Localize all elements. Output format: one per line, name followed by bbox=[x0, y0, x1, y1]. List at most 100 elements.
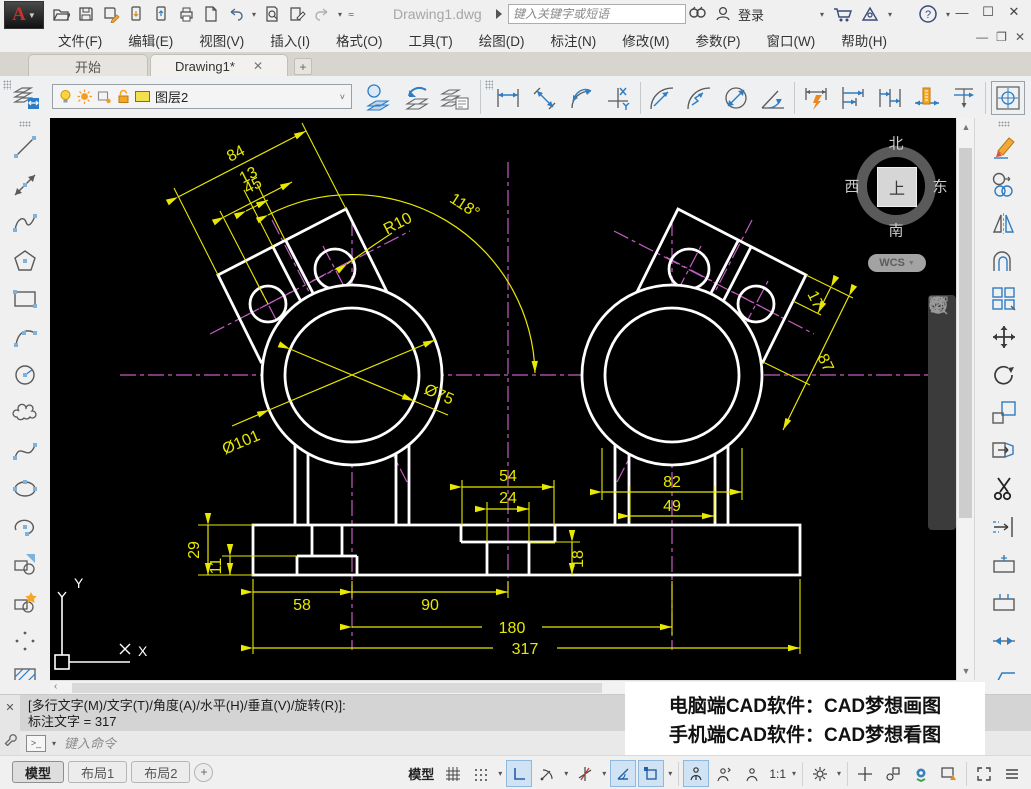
command-tools-wrench-icon[interactable] bbox=[3, 732, 17, 746]
vertical-scroll-thumb[interactable] bbox=[959, 148, 972, 518]
horizontal-scroll-thumb[interactable] bbox=[72, 683, 602, 693]
dim-baseline-button[interactable] bbox=[837, 82, 869, 114]
ellipse-tool[interactable] bbox=[6, 470, 44, 508]
menu-format[interactable]: 格式(O) bbox=[336, 30, 383, 50]
new-drawing-button[interactable] bbox=[200, 3, 222, 25]
tab-layout1[interactable]: 布局1 bbox=[68, 761, 127, 783]
doc-minimize-button[interactable]: — bbox=[976, 30, 988, 44]
extend-tool[interactable] bbox=[985, 508, 1023, 546]
modify-toolbar-grip[interactable] bbox=[998, 121, 1010, 127]
viewcube-west[interactable]: 西 bbox=[844, 176, 859, 197]
tab-layout2[interactable]: 布局2 bbox=[131, 761, 190, 783]
workspace-switch-icon[interactable] bbox=[908, 760, 934, 787]
polyline-tool[interactable] bbox=[6, 204, 44, 242]
dim-linear-button[interactable] bbox=[492, 82, 524, 114]
layer-freeze-sun-icon[interactable] bbox=[77, 89, 92, 104]
undo-dropdown[interactable]: ▾ bbox=[250, 10, 258, 19]
collaborate-dropdown[interactable]: ▾ bbox=[886, 10, 894, 19]
doc-restore-button[interactable]: ❐ bbox=[996, 30, 1007, 44]
layer-vp-freeze-icon[interactable] bbox=[97, 90, 112, 104]
redo-dropdown[interactable]: ▾ bbox=[336, 10, 344, 19]
make-layer-current-button[interactable] bbox=[362, 81, 396, 113]
mirror-tool[interactable] bbox=[985, 204, 1023, 242]
showmotion-icon[interactable] bbox=[928, 295, 948, 313]
dim-angle-button[interactable] bbox=[757, 82, 789, 114]
move-tool[interactable] bbox=[985, 318, 1023, 356]
isometric-toggle[interactable] bbox=[572, 760, 598, 787]
annotation-scale-dropdown[interactable]: ▾ bbox=[790, 769, 798, 778]
print-button[interactable] bbox=[175, 3, 197, 25]
line-tool[interactable] bbox=[6, 128, 44, 166]
layer-dropdown[interactable]: 图层2 ˅ bbox=[52, 84, 352, 109]
dim-angular-button[interactable] bbox=[646, 82, 678, 114]
customization-menu-icon[interactable] bbox=[999, 760, 1025, 787]
arc-tool[interactable] bbox=[6, 318, 44, 356]
tab-close-icon[interactable]: ✕ bbox=[253, 59, 263, 73]
polygon-tool[interactable] bbox=[6, 242, 44, 280]
account-dropdown[interactable]: ▾ bbox=[818, 10, 826, 19]
export-mobile-button[interactable] bbox=[125, 3, 147, 25]
save-button[interactable] bbox=[75, 3, 97, 25]
tab-drawing1[interactable]: Drawing1* ✕ bbox=[150, 54, 288, 77]
settings-dropdown[interactable]: ▾ bbox=[835, 769, 843, 778]
layer-on-bulb-icon[interactable] bbox=[59, 89, 72, 104]
offset-tool[interactable] bbox=[985, 242, 1023, 280]
object-snap-dropdown[interactable]: ▾ bbox=[666, 769, 674, 778]
search-input[interactable] bbox=[509, 5, 685, 23]
doc-close-button[interactable]: ✕ bbox=[1015, 30, 1025, 44]
layer-color-swatch[interactable] bbox=[135, 91, 150, 102]
object-snap-tracking-toggle[interactable] bbox=[610, 760, 636, 787]
isometric-dropdown[interactable]: ▾ bbox=[600, 769, 608, 778]
open-button[interactable] bbox=[50, 3, 72, 25]
model-space-toggle[interactable]: 模型 bbox=[404, 764, 438, 783]
viewcube-east[interactable]: 东 bbox=[932, 176, 947, 197]
break-tool[interactable] bbox=[985, 584, 1023, 622]
menu-help[interactable]: 帮助(H) bbox=[841, 30, 887, 50]
menu-file[interactable]: 文件(F) bbox=[58, 30, 102, 50]
dim-ordinate-button[interactable] bbox=[603, 82, 635, 114]
search-expand-icon[interactable] bbox=[496, 9, 502, 19]
menu-parametric[interactable]: 参数(P) bbox=[696, 30, 741, 50]
command-close-icon[interactable]: ✕ bbox=[0, 695, 20, 714]
tab-start[interactable]: 开始 bbox=[28, 54, 148, 77]
user-icon[interactable] bbox=[714, 5, 732, 23]
viewcube-north[interactable]: 北 bbox=[888, 133, 903, 154]
settings-gear-icon[interactable] bbox=[807, 760, 833, 787]
annotation-visibility-toggle[interactable] bbox=[683, 760, 709, 787]
object-snap-toggle[interactable] bbox=[638, 760, 664, 787]
annotation-autoscale-toggle[interactable] bbox=[711, 760, 737, 787]
wcs-selector[interactable]: WCS ▼ bbox=[868, 254, 926, 272]
draw-toolbar-grip[interactable] bbox=[19, 121, 31, 127]
ortho-toggle[interactable] bbox=[506, 760, 532, 787]
rectangle-tool[interactable] bbox=[6, 280, 44, 318]
markup-button[interactable] bbox=[286, 3, 308, 25]
dim-vertical-button[interactable] bbox=[948, 82, 980, 114]
menu-view[interactable]: 视图(V) bbox=[199, 30, 244, 50]
layer-previous-button[interactable] bbox=[400, 81, 434, 113]
minimize-button[interactable]: — bbox=[949, 0, 975, 24]
scroll-up-icon[interactable]: ▲ bbox=[957, 122, 975, 132]
array-tool[interactable] bbox=[985, 280, 1023, 318]
construction-line-tool[interactable] bbox=[6, 166, 44, 204]
fullscreen-toggle[interactable] bbox=[971, 760, 997, 787]
maximize-button[interactable]: ☐ bbox=[975, 0, 1001, 24]
dim-diameter-button[interactable] bbox=[720, 82, 752, 114]
customize-qat-dropdown[interactable]: ≂ bbox=[347, 10, 355, 19]
annotation-monitor-icon[interactable] bbox=[936, 760, 962, 787]
viewcube-top-face[interactable]: 上 bbox=[877, 167, 917, 207]
rotate-tool[interactable] bbox=[985, 356, 1023, 394]
join-tool[interactable] bbox=[985, 622, 1023, 660]
spline-tool[interactable] bbox=[6, 432, 44, 470]
stretch-tool[interactable] bbox=[985, 432, 1023, 470]
annotation-all-scales-toggle[interactable] bbox=[739, 760, 765, 787]
circle-tool[interactable] bbox=[6, 356, 44, 394]
hatch-tool[interactable] bbox=[6, 660, 44, 680]
upload-mobile-button[interactable] bbox=[150, 3, 172, 25]
polar-tracking-toggle[interactable] bbox=[534, 760, 560, 787]
dim-center-mark-button[interactable] bbox=[991, 81, 1025, 115]
scroll-left-icon[interactable]: ‹ bbox=[54, 681, 57, 692]
snap-toggle[interactable] bbox=[468, 760, 494, 787]
crosshair-toggle[interactable] bbox=[852, 760, 878, 787]
viewcube-south[interactable]: 南 bbox=[888, 220, 903, 241]
ellipse-arc-tool[interactable] bbox=[6, 508, 44, 546]
